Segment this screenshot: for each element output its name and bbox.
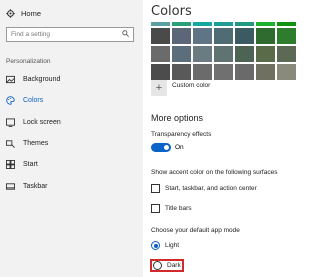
- radio-label: Dark: [167, 262, 181, 269]
- color-swatch[interactable]: [235, 64, 254, 80]
- sidebar-item-colors[interactable]: Colors: [0, 92, 143, 108]
- color-swatch[interactable]: [172, 22, 191, 26]
- gear-icon: [6, 8, 15, 18]
- radio-light[interactable]: Light: [151, 241, 179, 250]
- sidebar: Home Find a setting Personalization Back…: [0, 0, 143, 277]
- color-swatch[interactable]: [193, 28, 212, 44]
- color-swatch[interactable]: [235, 28, 254, 44]
- toggle-knob: [164, 145, 169, 150]
- color-swatch[interactable]: [172, 28, 191, 44]
- home-label: Home: [21, 8, 42, 18]
- accent-surfaces-label: Show accent color on the following surfa…: [151, 169, 278, 176]
- home-link[interactable]: Home: [6, 6, 41, 20]
- radio-circle: [153, 261, 162, 270]
- sidebar-item-label: Themes: [23, 139, 49, 147]
- lock-screen-icon: [6, 117, 15, 127]
- color-swatch[interactable]: [151, 64, 170, 80]
- sidebar-item-start[interactable]: Start: [0, 156, 143, 172]
- color-swatch[interactable]: [256, 22, 275, 26]
- color-swatch[interactable]: [214, 28, 233, 44]
- toggle-state: On: [175, 144, 184, 151]
- color-swatch-grid: [151, 22, 296, 80]
- custom-color-button[interactable]: + Custom color: [151, 80, 210, 96]
- sidebar-item-themes[interactable]: Themes: [0, 135, 143, 151]
- sidebar-item-background[interactable]: Background: [0, 71, 143, 87]
- color-swatch[interactable]: [172, 46, 191, 62]
- search-input[interactable]: Find a setting: [6, 27, 134, 42]
- radio-label: Light: [165, 242, 180, 249]
- palette-icon: [6, 95, 15, 105]
- more-options-heading: More options: [151, 113, 204, 123]
- checkbox-title-bars[interactable]: Title bars: [151, 204, 192, 213]
- color-swatch[interactable]: [277, 22, 296, 26]
- color-swatch[interactable]: [151, 22, 170, 26]
- color-swatch[interactable]: [235, 46, 254, 62]
- plus-icon: +: [151, 80, 167, 96]
- color-swatch[interactable]: [193, 22, 212, 26]
- transparency-toggle[interactable]: On: [151, 143, 184, 152]
- color-swatch[interactable]: [256, 28, 275, 44]
- color-swatch[interactable]: [277, 28, 296, 44]
- sidebar-item-label: Background: [23, 75, 61, 83]
- sidebar-item-taskbar[interactable]: Taskbar: [0, 178, 143, 194]
- app-mode-label: Choose your default app mode: [151, 227, 240, 234]
- brush-icon: [6, 139, 15, 148]
- checkbox-box: [151, 184, 160, 193]
- toggle-track: [151, 143, 171, 152]
- start-icon: [6, 159, 15, 169]
- color-swatch[interactable]: [193, 64, 212, 80]
- color-swatch[interactable]: [151, 46, 170, 62]
- search-icon: [122, 30, 129, 39]
- section-label: Personalization: [6, 58, 51, 65]
- sidebar-item-label: Taskbar: [23, 182, 48, 190]
- custom-color-label: Custom color: [172, 81, 211, 89]
- sidebar-item-label: Start: [23, 160, 38, 168]
- main-panel: Colors + Custom color More options Trans…: [143, 0, 320, 277]
- checkbox-start-taskbar[interactable]: Start, taskbar, and action center: [151, 184, 257, 193]
- page-title: Colors: [151, 4, 192, 19]
- color-swatch[interactable]: [193, 46, 212, 62]
- color-swatch[interactable]: [214, 46, 233, 62]
- color-swatch[interactable]: [256, 46, 275, 62]
- color-swatch[interactable]: [277, 64, 296, 80]
- sidebar-item-lock-screen[interactable]: Lock screen: [0, 114, 143, 130]
- color-swatch[interactable]: [151, 28, 170, 44]
- sidebar-item-label: Colors: [23, 96, 44, 104]
- color-swatch[interactable]: [256, 64, 275, 80]
- checkbox-box: [151, 204, 160, 213]
- color-swatch[interactable]: [235, 22, 254, 26]
- color-swatch[interactable]: [214, 22, 233, 26]
- color-swatch[interactable]: [214, 64, 233, 80]
- radio-dot: [153, 243, 158, 248]
- color-swatch[interactable]: [277, 46, 296, 62]
- transparency-label: Transparency effects: [151, 131, 212, 138]
- sidebar-item-label: Lock screen: [23, 118, 61, 126]
- checkbox-label: Title bars: [165, 205, 192, 212]
- taskbar-icon: [6, 182, 15, 191]
- color-swatch[interactable]: [172, 64, 191, 80]
- checkbox-label: Start, taskbar, and action center: [165, 185, 257, 192]
- image-icon: [6, 75, 15, 84]
- radio-circle: [151, 241, 160, 250]
- radio-dark[interactable]: Dark: [153, 261, 181, 270]
- search-placeholder: Find a setting: [11, 31, 51, 38]
